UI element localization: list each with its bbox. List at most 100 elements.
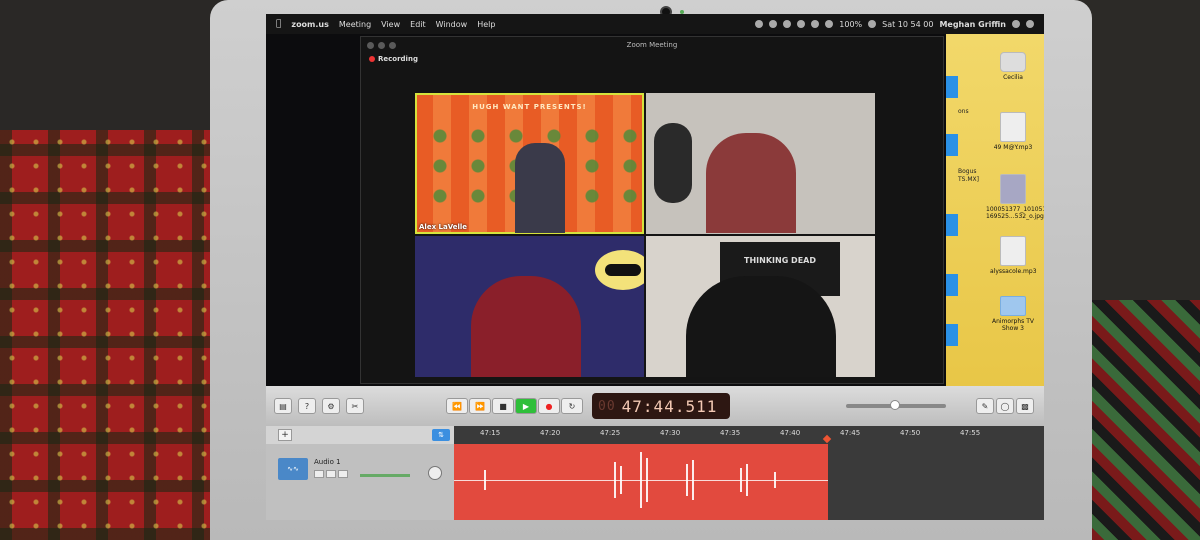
record-dot-icon [369,56,375,62]
media-browser-icon[interactable]: ▩ [1016,398,1034,414]
transport-controls: ⏪ ⏩ ■ ▶ ● ↻ [446,398,583,414]
help-icon[interactable]: ? [298,398,316,414]
battery-percent[interactable]: 100% [839,20,862,29]
mute-icon[interactable] [314,470,324,478]
add-track-button[interactable]: + [278,429,292,441]
smart-controls-icon[interactable]: ⚙ [322,398,340,414]
playhead-icon[interactable] [822,434,832,444]
smart-controls-button[interactable]: ⇅ [432,429,450,441]
waveform [686,464,688,496]
track-controls [314,470,348,478]
track-pan-knob[interactable] [428,466,442,480]
menu-bar:  zoom.us Meeting View Edit Window Help … [266,14,1044,34]
menu-user[interactable]: Meghan Griffin [939,20,1006,29]
cycle-icon[interactable]: ↻ [561,398,583,414]
desktop-item-mp3[interactable]: 49 M@Y.mp3 [990,112,1036,151]
folder-icon [1000,296,1026,316]
recording-label: Recording [378,55,418,63]
ruler-tick: 47:35 [720,429,741,437]
zoom-window: Zoom Meeting Recording HUGH WANT PRESENT… [360,36,944,384]
folder-icon[interactable] [946,76,958,98]
menu-clock[interactable]: Sat 10 54 00 [882,20,933,29]
microphone [654,123,692,203]
desktop-label-cut: Bogus [958,168,977,175]
waveform [620,466,622,494]
ruler-tick: 47:30 [660,429,681,437]
master-volume-knob[interactable] [890,400,900,410]
desktop-item-mp3[interactable]: alyssacole.mp3 [990,236,1037,275]
laptop-screen:  zoom.us Meeting View Edit Window Help … [266,14,1044,520]
fast-forward-icon[interactable]: ⏩ [469,398,491,414]
loop-browser-icon[interactable]: ◯ [996,398,1014,414]
track-name[interactable]: Audio 1 [314,458,341,466]
bluetooth-icon[interactable] [797,20,806,28]
tracks-header: + ⇅ [266,426,454,444]
dropbox-icon[interactable] [755,20,764,28]
menu-window[interactable]: Window [436,20,468,29]
folder-icon[interactable] [946,134,958,156]
menu-meeting[interactable]: Meeting [339,20,371,29]
waveform [692,460,694,500]
participant-name: Alex LaVelle [419,223,468,231]
record-icon[interactable]: ● [538,398,560,414]
folder-icon[interactable] [946,324,958,346]
desktop-item-folder[interactable]: Animorphs TV Show 3 [990,296,1036,332]
library-icon[interactable]: ▤ [274,398,292,414]
notification-center-icon[interactable] [1026,20,1034,28]
headphones-icon[interactable] [326,470,336,478]
waveform [774,472,776,488]
video-tile[interactable]: HUGH WANT PRESENTS! Alex LaVelle [415,93,644,234]
desktop-item-cecilia[interactable]: Cecilia [990,52,1036,81]
desktop-label-cut: TS.MX] [958,176,980,183]
status-icon[interactable] [769,20,778,28]
video-tile[interactable] [646,93,875,234]
rewind-icon[interactable]: ⏪ [446,398,468,414]
waveform [740,468,742,492]
video-tile[interactable]: THINKING DEAD [646,236,875,377]
participant-video [686,276,836,377]
waveform-icon: ∿∿ [278,458,308,480]
zoom-titlebar[interactable]: Zoom Meeting [361,37,943,53]
timeline-ruler[interactable]: + ⇅ 47:15 47:20 47:25 47:30 47:35 47:40 … [266,426,1044,444]
audio-file-icon [1000,112,1026,142]
ruler-tick: 47:15 [480,429,501,437]
wifi-icon[interactable] [811,20,820,28]
waveform [646,458,648,502]
audio-file-icon [1000,236,1026,266]
ruler-tick: 47:40 [780,429,801,437]
menu-help[interactable]: Help [477,20,495,29]
waveform [614,462,616,498]
editors-icon[interactable]: ✂ [346,398,364,414]
folder-icon[interactable] [946,214,958,236]
folder-icon[interactable] [946,274,958,296]
track-header[interactable]: ∿∿ Audio 1 [266,444,454,520]
flag-icon[interactable] [868,20,877,28]
waveform [640,452,642,508]
menu-edit[interactable]: Edit [410,20,426,29]
desktop-item-jpg[interactable]: 100051377_101051 169525...532_o.jpg [986,174,1044,220]
waveform [484,470,486,490]
video-gallery: HUGH WANT PRESENTS! Alex LaVelle THINKIN… [415,93,875,377]
menu-app[interactable]: zoom.us [291,20,328,29]
master-volume-slider[interactable] [846,400,946,410]
notepad-icon[interactable]: ✎ [976,398,994,414]
garageband-window: ▤ ? ⚙ ✂ ⏪ ⏩ ■ ▶ ● ↻ 00 47:44.511 ✎ ◯ ▩ +… [266,386,1044,520]
apple-icon[interactable]:  [276,19,281,29]
menu-view[interactable]: View [381,20,400,29]
track-volume-slider[interactable] [360,474,410,477]
video-tile[interactable] [415,236,644,377]
play-icon[interactable]: ▶ [515,398,537,414]
stop-icon[interactable]: ■ [492,398,514,414]
input-monitor-icon[interactable] [338,470,348,478]
bat-signal-icon [595,250,644,290]
audio-region[interactable] [454,444,828,520]
time-machine-icon[interactable] [783,20,792,28]
participant-video [471,276,581,377]
garageband-toolbar: ▤ ? ⚙ ✂ ⏪ ⏩ ■ ▶ ● ↻ 00 47:44.511 ✎ ◯ ▩ [266,386,1044,426]
volume-icon[interactable] [825,20,834,28]
recording-indicator[interactable]: Recording [369,55,418,63]
toolbar-right: ✎ ◯ ▩ [976,398,1034,414]
lcd-hours: 00 [598,398,616,414]
lcd-display[interactable]: 00 47:44.511 [592,393,730,419]
spotlight-icon[interactable] [1012,20,1020,28]
